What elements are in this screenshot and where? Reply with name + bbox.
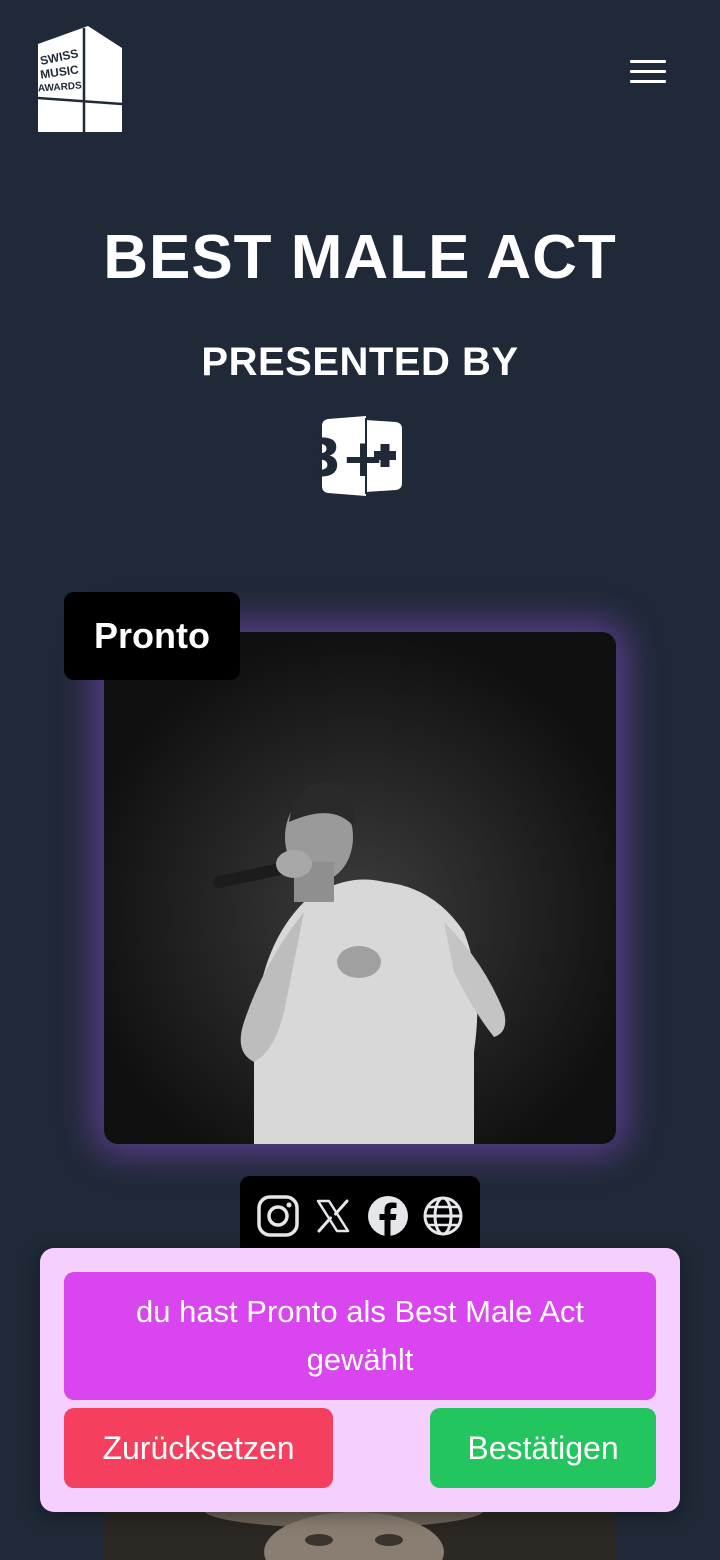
category-title: BEST MALE ACT — [103, 223, 617, 292]
site-header: SWISS MUSIC AWARDS — [0, 0, 720, 160]
menu-line — [630, 70, 666, 73]
menu-line — [630, 60, 666, 63]
vote-message: du hast Pronto als Best Male Act gewählt — [64, 1272, 656, 1400]
vote-confirmation-panel: du hast Pronto als Best Male Act gewählt… — [40, 1248, 680, 1512]
nominee-card[interactable] — [104, 632, 616, 1144]
facebook-icon[interactable] — [366, 1194, 410, 1238]
x-icon[interactable] — [311, 1194, 355, 1238]
swiss-music-awards-logo[interactable]: SWISS MUSIC AWARDS — [38, 26, 122, 132]
menu-line — [630, 80, 666, 83]
nominee-photo — [104, 632, 616, 1144]
confirm-button[interactable]: Bestätigen — [430, 1408, 656, 1488]
hamburger-menu-icon[interactable] — [622, 54, 674, 92]
instagram-icon[interactable] — [256, 1194, 300, 1238]
globe-icon[interactable] — [421, 1194, 465, 1238]
reset-button[interactable]: Zurücksetzen — [64, 1408, 333, 1488]
sponsor-3plus-logo: 3+ — [316, 416, 402, 496]
nominee-name-badge: Pronto — [64, 592, 240, 680]
presented-by-label: PRESENTED BY — [201, 340, 519, 384]
social-links — [240, 1176, 480, 1256]
